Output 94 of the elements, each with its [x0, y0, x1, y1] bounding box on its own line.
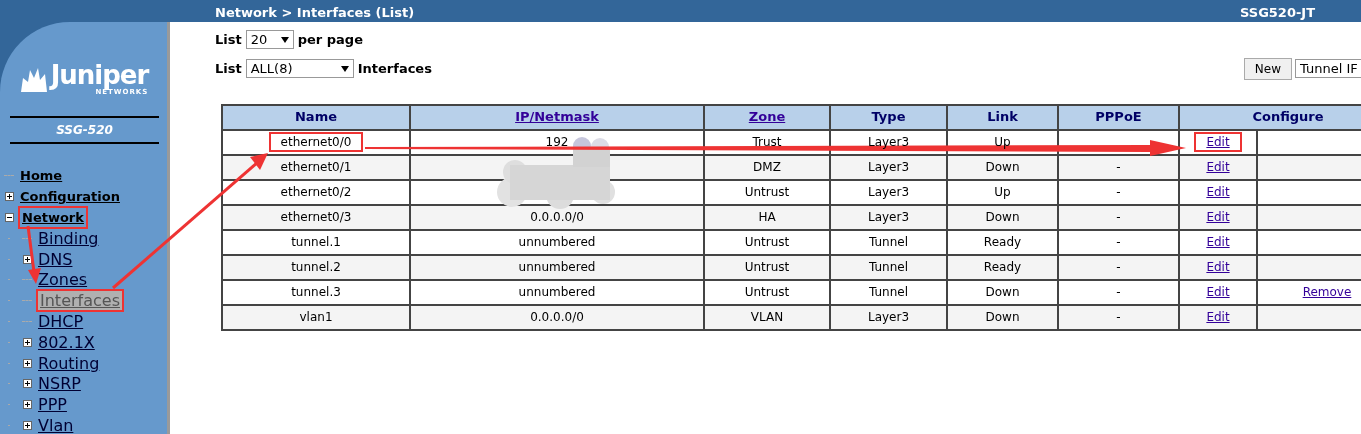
table-cell: HA	[758, 210, 776, 224]
edit-link[interactable]: Edit	[1206, 235, 1230, 249]
new-button[interactable]: New	[1243, 57, 1292, 80]
column-header: Type	[871, 109, 906, 125]
expand-icon[interactable]	[22, 337, 32, 347]
nav-item[interactable]: PPP	[36, 395, 69, 415]
table-cell: Ready	[983, 235, 1022, 249]
interface-type-select[interactable]: Tunnel IF	[1295, 59, 1361, 78]
table-cell: tunnel.3	[291, 285, 341, 299]
list-label: List	[215, 59, 242, 78]
device-name: SSG520-JT	[1240, 4, 1316, 22]
table-cell: Layer3	[867, 310, 910, 324]
table-cell: 0.0.0.0/0	[530, 210, 584, 224]
sortable-column-header[interactable]: Zone	[748, 109, 786, 125]
table-cell: vlan1	[299, 310, 333, 324]
table-cell: -	[1116, 310, 1121, 324]
edit-link[interactable]: Edit	[1194, 132, 1242, 152]
table-cell: ethernet0/3	[280, 210, 352, 224]
table-cell: Layer3	[867, 210, 910, 224]
edit-link[interactable]: Edit	[1206, 185, 1230, 199]
nav-item[interactable]: DNS	[36, 249, 75, 269]
logo-text: Juniper	[50, 60, 149, 90]
per-page-label: per page	[297, 31, 363, 49]
table-cell: -	[1116, 285, 1121, 299]
dropdown-arrow-icon	[280, 36, 289, 43]
nav-item[interactable]: NSRP	[36, 374, 83, 394]
nav-item[interactable]: Zones	[36, 270, 90, 290]
model-name: SSG-520	[10, 115, 159, 144]
table-cell: 192	[545, 135, 569, 149]
nav-item[interactable]: Home	[18, 166, 65, 186]
table-cell: Tunnel	[868, 285, 908, 299]
table-cell: -	[1116, 260, 1121, 274]
nav-item[interactable]: Interfaces	[36, 289, 124, 313]
edit-link[interactable]: Edit	[1206, 310, 1230, 324]
nav-item[interactable]: Network	[18, 205, 88, 230]
table-cell: ethernet0/2	[280, 185, 352, 199]
table-cell: DMZ	[753, 160, 781, 174]
column-header: PPPoE	[1095, 109, 1142, 125]
table-cell: Untrust	[744, 260, 790, 274]
nav-item[interactable]: DHCP	[36, 311, 86, 331]
nav-item[interactable]: Vlan	[36, 415, 76, 434]
page-size-select[interactable]: 20	[245, 30, 294, 50]
table-cell: Untrust	[744, 285, 790, 299]
nav-item[interactable]: 802.1X	[36, 332, 97, 352]
expand-icon[interactable]	[22, 358, 32, 368]
table-cell: Down	[985, 160, 1020, 174]
expand-icon[interactable]	[22, 400, 32, 410]
table-cell: ethernet0/1	[280, 160, 352, 174]
dropdown-arrow-icon	[340, 65, 349, 72]
column-header: Name	[295, 109, 337, 125]
table-cell: Tunnel	[868, 260, 908, 274]
table-cell: Trust	[752, 135, 782, 149]
table-cell: tunnel.2	[291, 260, 341, 274]
table-cell: Up	[994, 185, 1011, 199]
table-cell: Untrust	[744, 185, 790, 199]
interface-filter-select[interactable]: ALL(8)	[245, 59, 354, 78]
column-header: Link	[987, 109, 1018, 125]
nav-item[interactable]: Configuration	[18, 186, 122, 207]
collapse-icon[interactable]	[4, 213, 14, 222]
table-cell: unnumbered	[518, 235, 596, 249]
table-cell: Layer3	[867, 135, 910, 149]
table-cell: Down	[985, 310, 1020, 324]
expand-icon[interactable]	[22, 254, 32, 264]
table-cell: Down	[985, 285, 1020, 299]
edit-link[interactable]: Edit	[1206, 260, 1230, 274]
breadcrumb: Network > Interfaces (List)	[215, 4, 415, 22]
table-cell: unnumbered	[518, 260, 596, 274]
edit-link[interactable]: Edit	[1206, 285, 1230, 299]
table-cell: -	[1116, 160, 1121, 174]
table-cell: -	[1116, 185, 1121, 199]
table-cell: Tunnel	[868, 235, 908, 249]
nav-item[interactable]: Routing	[36, 353, 102, 373]
table-cell: Layer3	[867, 185, 910, 199]
sortable-column-header[interactable]: IP/Netmask	[515, 109, 599, 125]
table-cell: 0.0.0.0/0	[530, 310, 584, 324]
expand-icon[interactable]	[4, 192, 14, 202]
column-header: Configure	[1252, 109, 1324, 125]
table-cell: VLAN	[750, 310, 784, 324]
nav-item[interactable]: Binding	[36, 228, 101, 248]
edit-link[interactable]: Edit	[1206, 210, 1230, 224]
table-cell: Down	[985, 210, 1020, 224]
table-cell: -	[1116, 235, 1121, 249]
table-cell: tunnel.1	[291, 235, 341, 249]
interfaces-label: Interfaces	[357, 59, 432, 78]
list-label: List	[215, 31, 242, 49]
table-cell: Layer3	[867, 160, 910, 174]
table-cell: -	[1116, 210, 1121, 224]
expand-icon[interactable]	[22, 379, 32, 389]
table-cell: Untrust	[744, 235, 790, 249]
table-cell: Ready	[983, 260, 1022, 274]
table-cell: ethernet0/0	[268, 132, 364, 152]
edit-link[interactable]: Edit	[1206, 160, 1230, 174]
table-cell: unnumbered	[518, 285, 596, 299]
expand-icon[interactable]	[22, 420, 32, 430]
